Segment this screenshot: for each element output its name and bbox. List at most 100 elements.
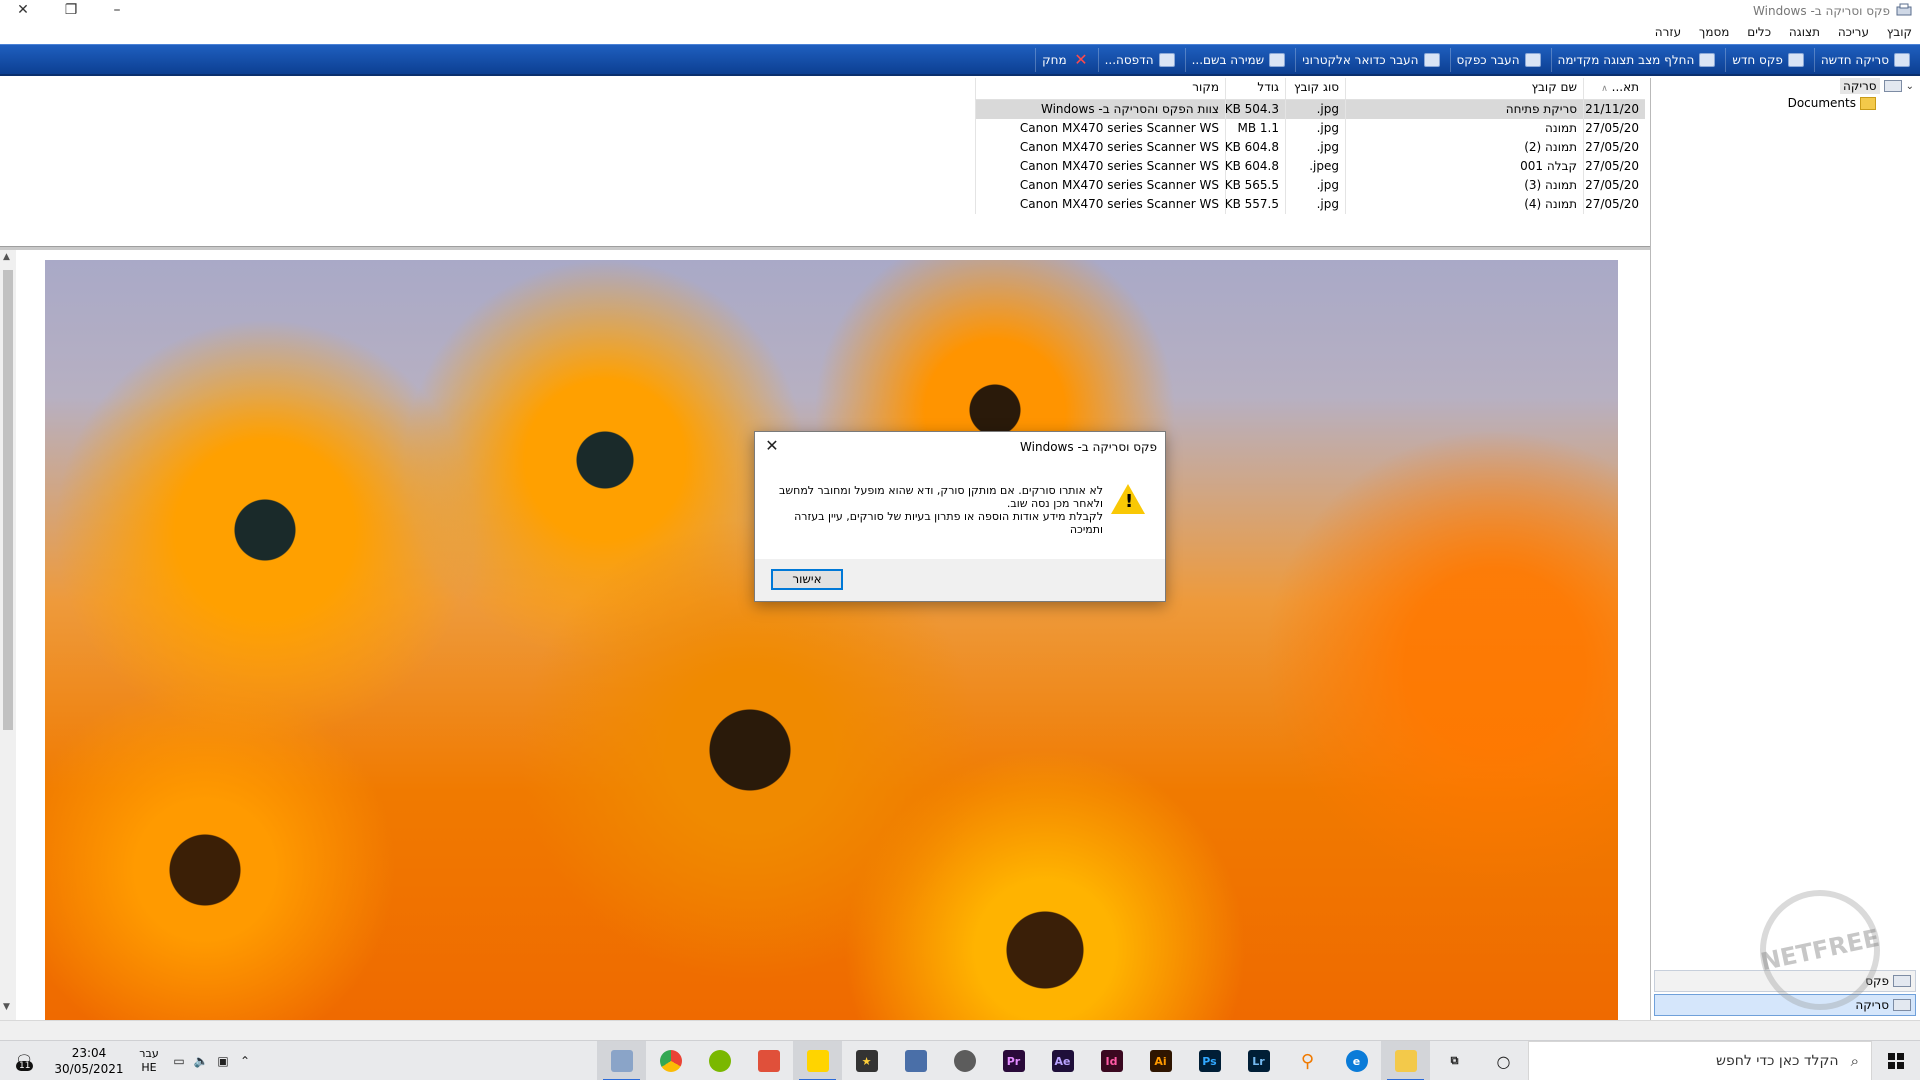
taskbar-calculator[interactable] <box>891 1041 940 1080</box>
column-date[interactable]: תא... ∧ <box>1583 78 1645 99</box>
cell-date: 27/05/20... <box>1583 138 1645 157</box>
fax-scan-app-icon <box>1896 3 1912 17</box>
cell-name: קבלה 001 <box>1345 157 1583 176</box>
nav-documents-folder[interactable]: Documents <box>1788 96 1876 110</box>
forward-email-button[interactable]: העבר כדואר אלקטרוני <box>1295 47 1445 72</box>
network-icon[interactable]: ▭ <box>168 1054 190 1068</box>
sticky-notes-icon <box>806 1050 829 1072</box>
nav-scan-root[interactable]: ⌄ סריקה <box>1840 78 1914 94</box>
clock[interactable]: 23:04 30/05/2021 <box>48 1045 130 1077</box>
taskbar-fax-scan[interactable] <box>597 1041 646 1080</box>
task-view-icon: ⧉ <box>1450 1054 1459 1067</box>
taskbar-apps: ★ Pr Ae Id Ai Ps Lr ⚲ e ⧉ ○ <box>597 1041 1528 1080</box>
minimize-window-button[interactable]: – <box>94 0 140 22</box>
taskbar-sticky-notes[interactable] <box>793 1041 842 1080</box>
taskbar-edge[interactable]: e <box>1332 1041 1381 1080</box>
taskbar-media[interactable] <box>940 1041 989 1080</box>
scrollbar-thumb[interactable] <box>3 270 13 730</box>
table-row[interactable]: 21/11/20... סריקת פתיחה jpg. 504.3 KB צו… <box>975 100 1645 119</box>
dialog-close-button[interactable]: ✕ <box>761 435 783 457</box>
column-source[interactable]: מקור <box>975 78 1225 99</box>
cell-size: 604.8 KB <box>1225 157 1285 176</box>
notification-button[interactable]: 🗨 11 <box>0 1041 48 1080</box>
scroll-up-icon[interactable]: ▲ <box>3 252 10 262</box>
ok-button[interactable]: אישור <box>771 569 843 590</box>
save-as-label: שמירה בשם... <box>1191 52 1265 67</box>
new-scan-button[interactable]: סריקה חדשה <box>1813 47 1916 72</box>
menu-file[interactable]: קובץ <box>1887 22 1912 42</box>
new-fax-button[interactable]: פקס חדש <box>1725 47 1810 72</box>
taskbar-after-effects[interactable]: Ae <box>1038 1041 1087 1080</box>
nav-documents-label: Documents <box>1787 96 1856 110</box>
save-as-button[interactable]: שמירה בשם... <box>1184 47 1292 72</box>
delete-button[interactable]: ✕ מחק <box>1035 47 1094 72</box>
scroll-down-icon[interactable]: ▼ <box>3 1002 10 1012</box>
new-fax-label: פקס חדש <box>1732 52 1783 67</box>
taskbar-indesign[interactable]: Id <box>1087 1041 1136 1080</box>
search-icon: ⌕ <box>1850 1052 1859 1070</box>
menu-document[interactable]: מסמך <box>1699 22 1730 42</box>
clock-date: 30/05/2021 <box>54 1062 124 1076</box>
menu-edit[interactable]: עריכה <box>1838 22 1869 42</box>
green-app-icon <box>708 1050 731 1072</box>
device-icon[interactable]: ▣ <box>212 1054 234 1068</box>
volume-icon[interactable]: 🔈 <box>190 1054 212 1068</box>
cell-source: Canon MX470 series Scanner WS <box>975 119 1225 138</box>
table-row[interactable]: 27/05/20... תמונה jpg. 1.1 MB Canon MX47… <box>975 119 1645 138</box>
toolbar: סריקה חדשה פקס חדש החלף מצב תצוגה מקדימה… <box>0 44 1920 76</box>
start-button[interactable] <box>1872 1041 1920 1080</box>
taskbar-illustrator[interactable]: Ai <box>1136 1041 1185 1080</box>
taskbar-app-scan[interactable] <box>744 1041 793 1080</box>
cell-date: 27/05/20... <box>1583 176 1645 195</box>
scanner-icon <box>1894 52 1910 67</box>
menu-view[interactable]: תצוגה <box>1789 22 1820 42</box>
indesign-icon: Id <box>1100 1050 1123 1072</box>
taskbar-cortana[interactable]: ○ <box>1479 1041 1528 1080</box>
vertical-scrollbar[interactable]: ▲ ▼ <box>0 250 16 1020</box>
chevron-up-icon[interactable]: ⌃ <box>234 1054 256 1068</box>
toggle-preview-button[interactable]: החלף מצב תצוגה מקדימה <box>1550 47 1722 72</box>
language-indicator[interactable]: עבר HE <box>130 1047 168 1075</box>
dialog-message-line2: לקבלת מידע אודות הוספה או פתרון בעיות של… <box>794 510 1103 536</box>
menu-tools[interactable]: כלים <box>1747 22 1771 42</box>
windows-logo-icon <box>1888 1053 1904 1069</box>
taskbar-app-green[interactable] <box>695 1041 744 1080</box>
table-row[interactable]: 27/05/20... תמונה (3) jpg. 565.5 KB Cano… <box>975 176 1645 195</box>
taskbar-search-app[interactable]: ⚲ <box>1283 1041 1332 1080</box>
taskbar-chrome[interactable] <box>646 1041 695 1080</box>
table-row[interactable]: 27/05/20... תמונה (4) jpg. 557.5 KB Cano… <box>975 195 1645 214</box>
window-title: פקס וסריקה ב- Windows <box>1753 4 1890 18</box>
notification-count: 11 <box>16 1061 34 1071</box>
fax-scan-icon <box>610 1050 633 1072</box>
forward-fax-button[interactable]: העבר כפקס <box>1449 47 1547 72</box>
table-row[interactable]: 27/05/20... תמונה (2) jpg. 604.8 KB Cano… <box>975 138 1645 157</box>
taskbar-photoshop[interactable]: Ps <box>1185 1041 1234 1080</box>
taskbar-search-box[interactable]: ⌕ הקלד כאן כדי לחפש <box>1528 1041 1872 1080</box>
after-effects-icon: Ae <box>1051 1050 1074 1072</box>
chevron-down-icon[interactable]: ⌄ <box>1906 81 1914 92</box>
cell-date: 21/11/20... <box>1583 100 1645 119</box>
taskbar-premiere[interactable]: Pr <box>989 1041 1038 1080</box>
fax-icon <box>1893 975 1911 987</box>
table-row[interactable]: 27/05/20... קבלה 001 jpeg. 604.8 KB Cano… <box>975 157 1645 176</box>
cortana-icon: ○ <box>1496 1051 1511 1071</box>
taskbar: ⌕ הקלד כאן כדי לחפש ★ Pr Ae Id Ai Ps Lr … <box>0 1040 1920 1080</box>
delete-label: מחק <box>1042 52 1067 67</box>
cell-type: jpeg. <box>1285 157 1345 176</box>
taskbar-task-view[interactable]: ⧉ <box>1430 1041 1479 1080</box>
cell-size: 565.5 KB <box>1225 176 1285 195</box>
cell-name: תמונה (2) <box>1345 138 1583 157</box>
column-name[interactable]: שם קובץ <box>1345 78 1583 99</box>
print-button[interactable]: הדפסה... <box>1097 47 1181 72</box>
movie-icon: ★ <box>855 1050 878 1072</box>
taskbar-file-explorer[interactable] <box>1381 1041 1430 1080</box>
cell-size: 1.1 MB <box>1225 119 1285 138</box>
taskbar-lightroom[interactable]: Lr <box>1234 1041 1283 1080</box>
column-size[interactable]: גודל <box>1225 78 1285 99</box>
column-type[interactable]: סוג קובץ <box>1285 78 1345 99</box>
menu-help[interactable]: עזרה <box>1655 22 1681 42</box>
status-bar <box>0 1020 1920 1040</box>
taskbar-movie-maker[interactable]: ★ <box>842 1041 891 1080</box>
restore-window-button[interactable]: ❐ <box>48 0 94 22</box>
close-window-button[interactable]: ✕ <box>0 0 46 22</box>
